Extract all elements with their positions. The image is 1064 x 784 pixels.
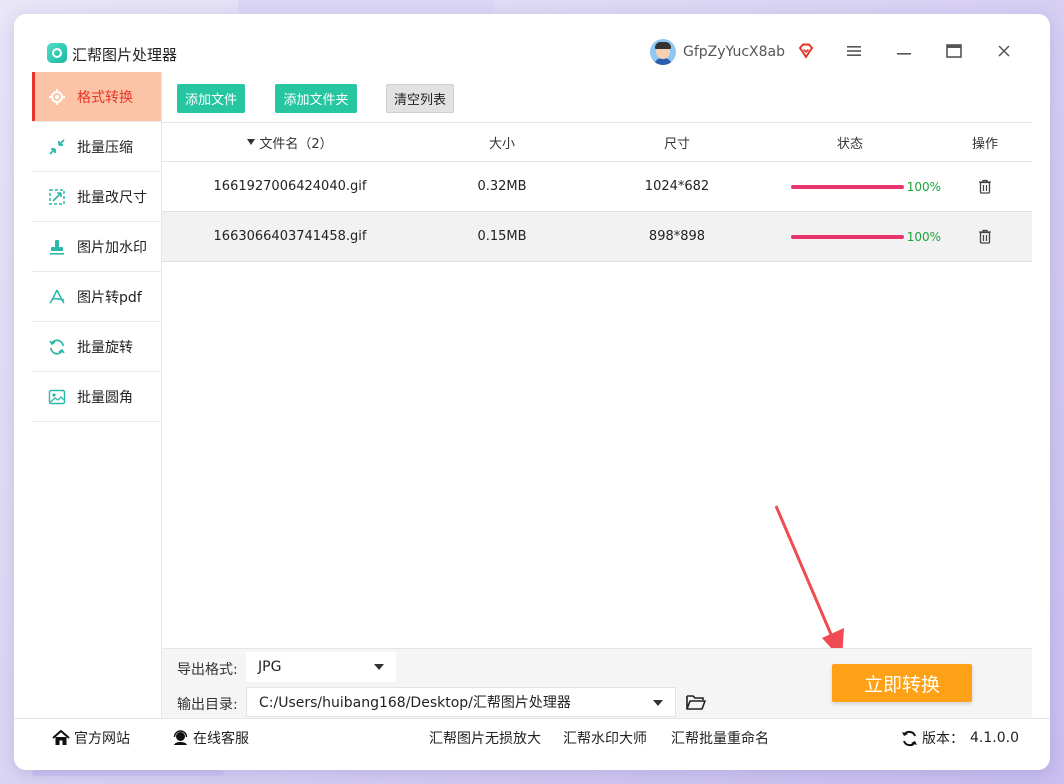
title-bar: 汇帮图片处理器 GfpZyYucX8ab — [14, 14, 1050, 72]
progress-bar — [791, 184, 904, 189]
column-header-status: 状态 — [836, 136, 863, 152]
sidebar-item-batch-resize[interactable]: 批量改尺寸 — [32, 172, 161, 222]
trash-icon — [979, 179, 991, 194]
refresh-icon — [901, 730, 918, 747]
version-value: 4.1.0.0 — [970, 730, 1019, 746]
stamp-icon — [48, 238, 66, 256]
add-folder-button[interactable]: 添加文件夹 — [275, 84, 357, 113]
clear-list-button[interactable]: 清空列表 — [386, 84, 454, 113]
column-header-dimensions: 尺寸 — [663, 136, 690, 152]
sidebar-item-batch-compress[interactable]: 批量压缩 — [32, 122, 161, 172]
progress-status: 100% — [791, 162, 941, 211]
footer: 官方网站 在线客服 汇帮图片无损放大 汇帮水印大师 汇帮批量重命名 版本： 4.… — [14, 718, 1050, 770]
sidebar-item-round-corner[interactable]: 批量圆角 — [32, 372, 161, 422]
convert-now-button[interactable]: 立即转换 — [832, 664, 972, 702]
home-icon — [52, 730, 70, 746]
menu-icon[interactable] — [843, 40, 865, 62]
app-window: 汇帮图片处理器 GfpZyYucX8ab 格式转换 批量压缩 批量改尺寸 图片加… — [14, 14, 1050, 770]
sidebar-item-label: 批量压缩 — [77, 139, 133, 156]
output-dir-value: C:/Users/huibang168/Desktop/汇帮图片处理器 — [259, 695, 571, 711]
add-file-button[interactable]: 添加文件 — [177, 84, 245, 113]
background-bar-top — [238, 0, 495, 14]
file-size: 0.15MB — [477, 229, 527, 244]
folder-open-icon[interactable] — [686, 693, 706, 711]
delete-button[interactable] — [973, 212, 997, 261]
file-dimensions: 898*898 — [648, 229, 706, 244]
table-row[interactable]: 1661927006424040.gif 0.32MB 1024*682 100… — [162, 162, 1032, 212]
column-header-size: 大小 — [488, 136, 515, 152]
sidebar-item-format-convert[interactable]: 格式转换 — [32, 72, 161, 122]
progress-percent: 100% — [906, 179, 941, 194]
footer-link-rename[interactable]: 汇帮批量重命名 — [671, 719, 769, 757]
delete-button[interactable] — [973, 162, 997, 211]
sidebar-item-batch-rotate[interactable]: 批量旋转 — [32, 322, 161, 372]
sidebar-item-to-pdf[interactable]: 图片转pdf — [32, 272, 161, 322]
format-label: 导出格式: — [177, 662, 238, 678]
sidebar-item-label: 批量圆角 — [77, 389, 133, 406]
sidebar-item-label: 图片加水印 — [77, 239, 147, 256]
app-logo-icon — [47, 43, 67, 63]
progress-bar — [791, 234, 904, 239]
progress-percent: 100% — [906, 229, 941, 244]
gear-icon — [48, 88, 66, 106]
sort-caret-icon — [247, 139, 256, 145]
format-select[interactable]: JPG — [246, 652, 396, 682]
file-name: 1661927006424040.gif — [213, 179, 367, 194]
image-icon — [48, 388, 66, 406]
output-settings-panel: 导出格式: JPG 输出目录: C:/Users/huibang168/Desk… — [162, 648, 1032, 718]
table-header: 文件名（2） 大小 尺寸 状态 操作 — [162, 122, 1032, 162]
file-dimensions: 1024*682 — [644, 179, 710, 194]
sidebar-item-watermark[interactable]: 图片加水印 — [32, 222, 161, 272]
column-header-action: 操作 — [971, 136, 998, 152]
progress-status: 100% — [791, 212, 941, 261]
table-row[interactable]: 1663066403741458.gif 0.15MB 898*898 100% — [162, 212, 1032, 262]
file-size: 0.32MB — [477, 179, 527, 194]
app-title: 汇帮图片处理器 — [72, 46, 178, 64]
sidebar-item-label: 批量改尺寸 — [77, 189, 147, 206]
version-label: 版本： — [922, 731, 964, 747]
official-website-link[interactable]: 官方网站 — [52, 719, 130, 757]
file-table: 文件名（2） 大小 尺寸 状态 操作 1661927006424040.gif … — [162, 122, 1032, 262]
maximize-icon[interactable] — [943, 40, 965, 62]
format-value: JPG — [258, 659, 282, 675]
version-info[interactable]: 版本： 4.1.0.0 — [901, 719, 1019, 757]
online-support-link[interactable]: 在线客服 — [172, 719, 249, 757]
sidebar: 格式转换 批量压缩 批量改尺寸 图片加水印 图片转pdf 批量旋转 批量圆角 — [32, 72, 162, 718]
footer-link-watermark[interactable]: 汇帮水印大师 — [563, 719, 647, 757]
compress-icon — [48, 138, 66, 156]
chevron-down-icon — [653, 700, 663, 706]
sidebar-item-label: 格式转换 — [77, 89, 133, 106]
file-name: 1663066403741458.gif — [213, 229, 367, 244]
username[interactable]: GfpZyYucX8ab — [683, 44, 785, 60]
vip-diamond-icon[interactable] — [797, 42, 815, 60]
pdf-icon — [48, 288, 66, 306]
footer-link-upscale[interactable]: 汇帮图片无损放大 — [429, 719, 541, 757]
sidebar-item-label: 图片转pdf — [77, 289, 142, 306]
headset-icon — [172, 730, 189, 746]
output-dir-label: 输出目录: — [177, 697, 238, 713]
close-icon[interactable] — [993, 40, 1015, 62]
output-dir-select[interactable]: C:/Users/huibang168/Desktop/汇帮图片处理器 — [246, 687, 676, 717]
sidebar-item-label: 批量旋转 — [77, 339, 133, 356]
chevron-down-icon — [374, 664, 384, 670]
column-header-name[interactable]: 文件名（2） — [220, 123, 360, 161]
avatar[interactable] — [650, 39, 676, 65]
minimize-icon[interactable] — [893, 40, 915, 62]
background-bar-bottom — [32, 770, 224, 776]
rotate-icon — [48, 338, 66, 356]
trash-icon — [979, 229, 991, 244]
resize-icon — [48, 188, 66, 206]
